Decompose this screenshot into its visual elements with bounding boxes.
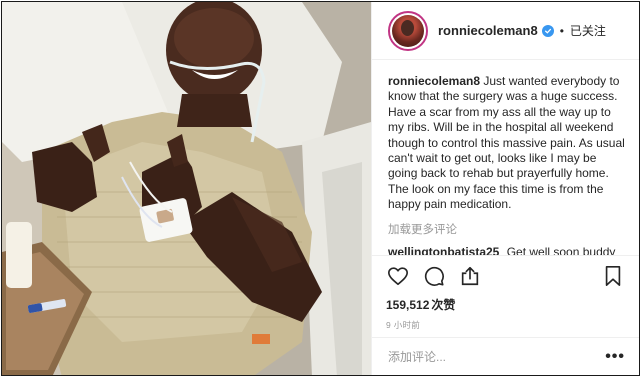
comment-item: wellingtonbatista25 Get well soon buddy: [388, 245, 625, 255]
comments-section: ronniecoleman8 Just wanted everybody to …: [372, 60, 639, 255]
likes-label: 次赞: [431, 298, 456, 312]
heart-icon[interactable]: [386, 264, 410, 288]
post-caption: ronniecoleman8 Just wanted everybody to …: [388, 74, 625, 213]
add-comment-bar: 添加评论... •••: [372, 337, 639, 375]
post-photo[interactable]: [2, 2, 371, 375]
comment-icon[interactable]: [422, 264, 446, 288]
follow-status-button[interactable]: 已关注: [570, 22, 606, 39]
comment-text: Get well soon buddy: [506, 244, 616, 255]
post-frame: ronniecoleman8 • 已关注 ronniecoleman8 Just…: [1, 1, 640, 376]
share-icon[interactable]: [458, 264, 482, 288]
bookmark-icon[interactable]: [601, 264, 625, 288]
profile-avatar[interactable]: [388, 10, 428, 51]
hospital-photo-illustration: [2, 2, 371, 375]
avatar-image: [392, 14, 424, 47]
caption-text: Just wanted everybody to know that the s…: [388, 74, 625, 212]
more-options-button[interactable]: •••: [605, 348, 625, 366]
caption-username[interactable]: ronniecoleman8: [388, 74, 480, 88]
add-comment-input[interactable]: 添加评论...: [388, 348, 605, 365]
post-header: ronniecoleman8 • 已关注: [372, 2, 639, 60]
post-details-panel: ronniecoleman8 • 已关注 ronniecoleman8 Just…: [371, 2, 639, 375]
post-timestamp: 9 小时前: [386, 320, 421, 330]
post-actions: 159,512 次赞 9 小时前: [372, 255, 639, 337]
likes-count[interactable]: 159,512 次赞: [386, 296, 625, 313]
header-username[interactable]: ronniecoleman8: [438, 23, 538, 38]
verified-badge-icon: [541, 24, 554, 37]
load-more-comments-link[interactable]: 加载更多评论: [388, 221, 625, 237]
header-separator-dot: •: [559, 23, 564, 38]
comment-username[interactable]: wellingtonbatista25: [388, 245, 499, 255]
likes-number: 159,512: [386, 298, 430, 312]
action-icons-row: [386, 264, 625, 288]
